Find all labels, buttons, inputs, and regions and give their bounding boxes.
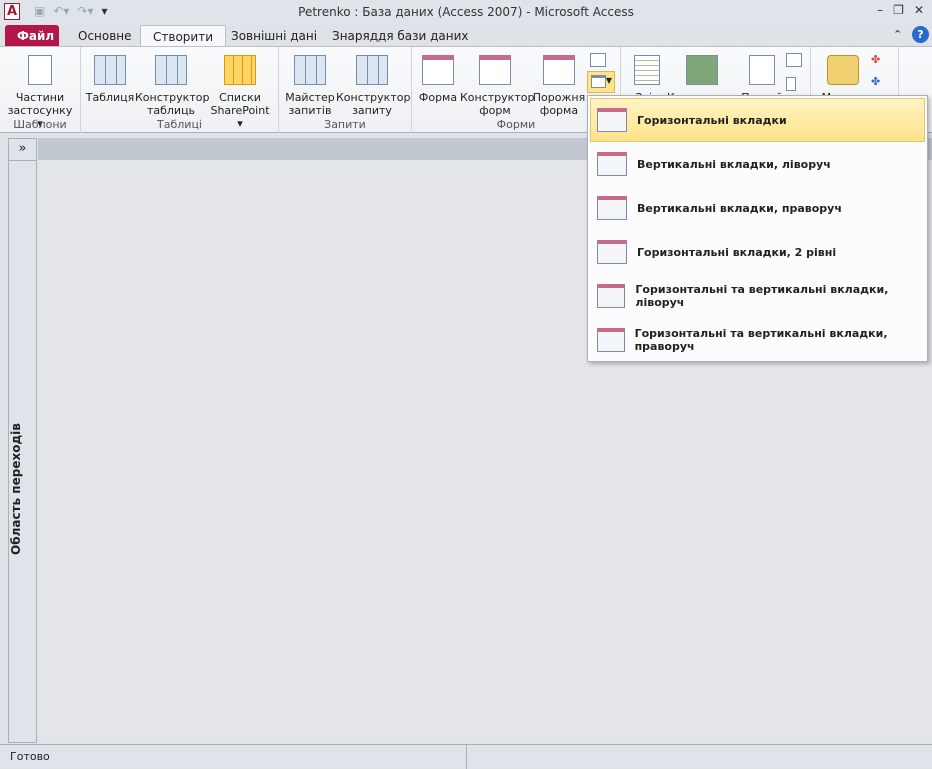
navigation-icon xyxy=(591,75,606,88)
group-label: Запити xyxy=(324,118,366,131)
report-icon xyxy=(634,55,660,85)
chevron-down-icon: ▼ xyxy=(605,76,612,85)
application-parts-icon xyxy=(28,55,52,85)
table-design-button[interactable]: Конструктор таблиць xyxy=(135,51,209,117)
table-icon xyxy=(94,55,126,85)
query-design-icon xyxy=(356,55,388,85)
module-icon[interactable]: ✤ xyxy=(871,53,880,66)
table-button[interactable]: Таблиця xyxy=(85,51,135,104)
group-templates: Частини застосунку ▾ Шаблони xyxy=(0,47,81,133)
horizontal-tabs-icon xyxy=(597,108,627,132)
group-label: Таблиці xyxy=(157,118,202,131)
minimize-icon[interactable]: – xyxy=(877,3,883,17)
menu-item-vertical-tabs-right[interactable]: Вертикальні вкладки, праворуч xyxy=(590,186,925,230)
tab-home[interactable]: Основне xyxy=(66,25,144,47)
class-module-icon[interactable]: ✤ xyxy=(871,75,880,88)
tab-database-tools[interactable]: Знаряддя бази даних xyxy=(320,25,481,47)
blank-report-icon xyxy=(749,55,775,85)
menu-item-horizontal-vertical-tabs-left[interactable]: Горизонтальні та вертикальні вкладки, лі… xyxy=(590,274,925,318)
form-wizard-icon[interactable] xyxy=(590,53,606,67)
title-bar: A ▣ ↶▾ ↷▾ ▾ Petrenko : База даних (Acces… xyxy=(0,0,932,24)
table-design-icon xyxy=(155,55,187,85)
tab-create[interactable]: Створити xyxy=(140,25,226,47)
group-queries: Майстер запитів Конструктор запиту Запит… xyxy=(279,47,412,133)
labels-icon[interactable] xyxy=(786,77,796,91)
tab-external-data[interactable]: Зовнішні дані xyxy=(219,25,329,47)
horizontal-vertical-tabs-right-icon xyxy=(597,328,625,352)
vertical-tabs-left-icon xyxy=(597,152,627,176)
navigation-dropdown-button[interactable]: ▼ xyxy=(587,71,615,93)
horizontal-tabs-2-levels-icon xyxy=(597,240,627,264)
query-wizard-button[interactable]: Майстер запитів xyxy=(285,51,335,117)
form-button[interactable]: Форма xyxy=(416,51,460,104)
minimize-ribbon-icon[interactable]: ⌃ xyxy=(893,28,902,41)
horizontal-vertical-tabs-left-icon xyxy=(597,284,626,308)
group-tables: Таблиця Конструктор таблиць Списки Share… xyxy=(81,47,279,133)
blank-form-button[interactable]: Порожня форма xyxy=(530,51,588,117)
status-text: Готово xyxy=(10,750,50,763)
query-wizard-icon xyxy=(294,55,326,85)
menu-item-horizontal-vertical-tabs-right[interactable]: Горизонтальні та вертикальні вкладки, пр… xyxy=(590,318,925,362)
blank-form-icon xyxy=(543,55,575,85)
menu-item-horizontal-tabs[interactable]: Горизонтальні вкладки xyxy=(590,98,925,142)
query-design-button[interactable]: Конструктор запиту xyxy=(336,51,410,117)
sharepoint-lists-icon xyxy=(224,55,256,85)
vertical-tabs-right-icon xyxy=(597,196,627,220)
menu-item-horizontal-tabs-2-levels[interactable]: Горизонтальні вкладки, 2 рівні xyxy=(590,230,925,274)
ribbon-tabs: Файл Основне Створити Зовнішні дані Знар… xyxy=(0,24,932,47)
report-wizard-icon[interactable] xyxy=(786,53,802,67)
navigation-dropdown-menu: Горизонтальні вкладки Вертикальні вкладк… xyxy=(587,95,928,362)
close-icon[interactable]: ✕ xyxy=(914,3,924,17)
navigation-pane: » Область переходів xyxy=(8,138,37,743)
nav-pane-toggle[interactable]: » xyxy=(9,139,36,161)
nav-pane-label[interactable]: Область переходів xyxy=(9,339,37,639)
form-design-button[interactable]: Конструктор форм xyxy=(460,51,534,117)
help-icon[interactable]: ? xyxy=(912,26,929,43)
report-design-icon xyxy=(686,55,718,85)
group-label: Шаблони xyxy=(13,118,67,131)
form-icon xyxy=(422,55,454,85)
menu-item-vertical-tabs-left[interactable]: Вертикальні вкладки, ліворуч xyxy=(590,142,925,186)
window-title: Petrenko : База даних (Access 2007) - Mi… xyxy=(298,5,634,19)
form-design-icon xyxy=(479,55,511,85)
tab-file[interactable]: Файл xyxy=(5,25,59,47)
macro-icon xyxy=(827,55,859,85)
restore-icon[interactable]: ❐ xyxy=(893,3,904,17)
status-bar: Готово xyxy=(0,744,932,769)
